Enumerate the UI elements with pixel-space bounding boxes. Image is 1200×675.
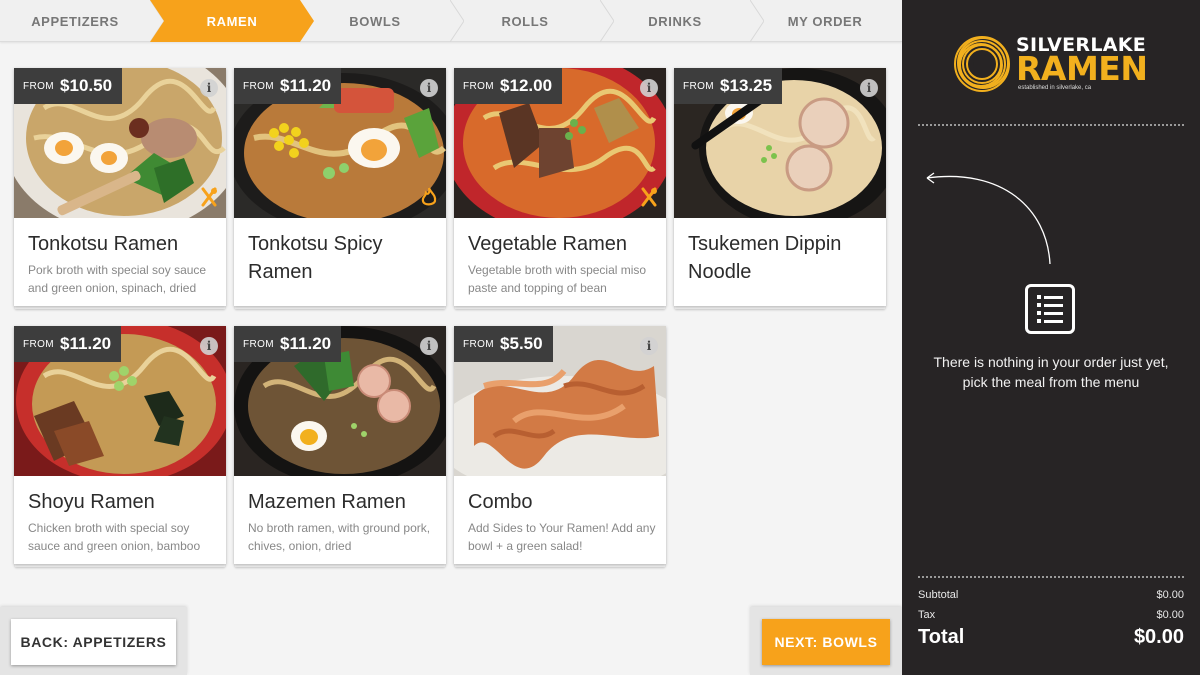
divider [918, 124, 1184, 126]
next-button-label: NEXT: BOWLS [774, 634, 878, 650]
price-value: $10.50 [60, 76, 113, 95]
next-button-area: NEXT: BOWLS [750, 607, 902, 675]
price-prefix: FROM [463, 81, 495, 92]
info-icon[interactable]: i [420, 79, 438, 97]
dish-title: Tonkotsu Spicy Ramen [248, 233, 383, 283]
order-panel: SILVERLAKE RAMEN established in silverla… [902, 0, 1200, 675]
tab-my-order[interactable]: MY ORDER [750, 0, 900, 42]
price-prefix: FROM [23, 339, 55, 350]
back-button-label: BACK: APPETIZERS [20, 634, 167, 650]
dish-description: No broth ramen, with ground pork, chives… [248, 521, 431, 553]
dish-title: Tonkotsu Ramen [28, 233, 179, 255]
info-icon[interactable]: i [200, 79, 218, 97]
dish-description: Vegetable broth with special miso paste … [468, 263, 647, 295]
logo-tagline: established in silverlake, ca [1018, 85, 1092, 91]
tab-label: BOWLS [349, 13, 401, 29]
dish-title: Combo [468, 491, 533, 513]
price-tag: FROM $11.20 [234, 326, 342, 362]
price-value: $11.20 [60, 334, 112, 353]
category-nav: APPETIZERS RAMEN BOWLS ROLLS DRINKS MY O… [0, 0, 902, 42]
tab-label: RAMEN [206, 13, 258, 29]
price-tag: FROM $10.50 [14, 68, 123, 104]
price-tag: FROM $11.20 [234, 68, 342, 104]
tax-label: Tax [918, 609, 936, 621]
empty-message-line2: pick the meal from the menu [962, 374, 1140, 390]
info-icon[interactable]: i [860, 79, 878, 97]
info-icon[interactable]: i [200, 337, 218, 355]
dish-title: Vegetable Ramen [468, 233, 628, 255]
tab-drinks[interactable]: DRINKS [600, 0, 750, 42]
subtotal-value: $0.00 [1156, 589, 1184, 601]
tab-appetizers[interactable]: APPETIZERS [0, 0, 150, 42]
dish-description: Add Sides to Your Ramen! Add any bowl + … [468, 521, 656, 553]
menu-card-vegetable-ramen[interactable]: FROM $12.00 i Vegetable Ramen Vegetable b… [454, 68, 666, 306]
tab-bowls[interactable]: BOWLS [300, 0, 450, 42]
tax-row: Tax $0.00 [918, 609, 1184, 621]
price-value: $5.50 [500, 334, 543, 353]
tax-value: $0.00 [1156, 609, 1184, 621]
info-icon[interactable]: i [640, 79, 658, 97]
restaurant-logo: SILVERLAKE RAMEN established in silverla… [952, 34, 1152, 94]
tab-label: MY ORDER [787, 13, 863, 29]
tab-label: ROLLS [501, 13, 549, 29]
hint-arrow-icon [926, 172, 1051, 265]
subtotal-label: Subtotal [918, 589, 959, 601]
price-tag: FROM $13.25 [674, 68, 783, 104]
utensils-icon [198, 186, 220, 208]
empty-message-line1: There is nothing in your order just yet, [933, 354, 1169, 370]
total-label: Total [918, 626, 965, 648]
dish-title: Tsukemen Dippin Noodle [688, 233, 842, 283]
price-value: $11.20 [280, 76, 332, 95]
menu-card-shoyu-ramen[interactable]: FROM $11.20 i Shoyu Ramen Chicken broth w… [14, 326, 226, 564]
logo-text-line2: RAMEN [1016, 49, 1148, 88]
price-prefix: FROM [463, 339, 495, 350]
tab-rolls[interactable]: ROLLS [450, 0, 600, 42]
price-tag: FROM $11.20 [14, 326, 122, 362]
utensils-icon [638, 186, 660, 208]
next-button[interactable]: NEXT: BOWLS [762, 619, 890, 665]
tab-label: APPETIZERS [31, 13, 119, 29]
subtotal-row: Subtotal $0.00 [918, 589, 1184, 601]
dish-description: Pork broth with special soy sauce and gr… [28, 263, 207, 295]
back-button[interactable]: BACK: APPETIZERS [11, 619, 176, 665]
price-tag: FROM $12.00 [454, 68, 563, 104]
empty-order-message: There is nothing in your order just yet,… [922, 352, 1180, 392]
total-row: Total $0.00 [918, 626, 1184, 649]
tab-ramen[interactable]: RAMEN [150, 0, 314, 42]
menu-card-mazemen-ramen[interactable]: FROM $11.20 i Mazemen Ramen No broth rame… [234, 326, 446, 564]
price-value: $13.25 [720, 76, 773, 95]
price-prefix: FROM [243, 81, 275, 92]
dish-title: Mazemen Ramen [248, 491, 406, 513]
price-tag: FROM $5.50 [454, 326, 553, 362]
tab-label: DRINKS [648, 13, 702, 29]
dish-title: Shoyu Ramen [28, 491, 155, 513]
total-value: $0.00 [1133, 626, 1184, 648]
price-prefix: FROM [243, 339, 275, 350]
dish-description: Chicken broth with special soy sauce and… [28, 521, 201, 553]
menu-card-tsukemen-dippin-noodle[interactable]: FROM $13.25 i Tsukemen Dippin Noodle [674, 68, 886, 306]
flame-icon [418, 186, 440, 208]
price-value: $12.00 [500, 76, 553, 95]
price-prefix: FROM [683, 81, 715, 92]
price-prefix: FROM [23, 81, 55, 92]
menu-card-tonkotsu-ramen[interactable]: FROM $10.50 i Tonkotsu Ramen Pork broth w… [14, 68, 226, 306]
menu-card-tonkotsu-spicy-ramen[interactable]: FROM $11.20 i Tonkotsu Spicy Ramen [234, 68, 446, 306]
order-list-icon [1025, 284, 1075, 334]
menu-card-combo[interactable]: FROM $5.50 i Combo Add Sides to Your Rame… [454, 326, 666, 564]
info-icon[interactable]: i [640, 337, 658, 355]
price-value: $11.20 [280, 334, 332, 353]
back-button-area: BACK: APPETIZERS [0, 607, 187, 675]
divider [918, 576, 1184, 578]
info-icon[interactable]: i [420, 337, 438, 355]
